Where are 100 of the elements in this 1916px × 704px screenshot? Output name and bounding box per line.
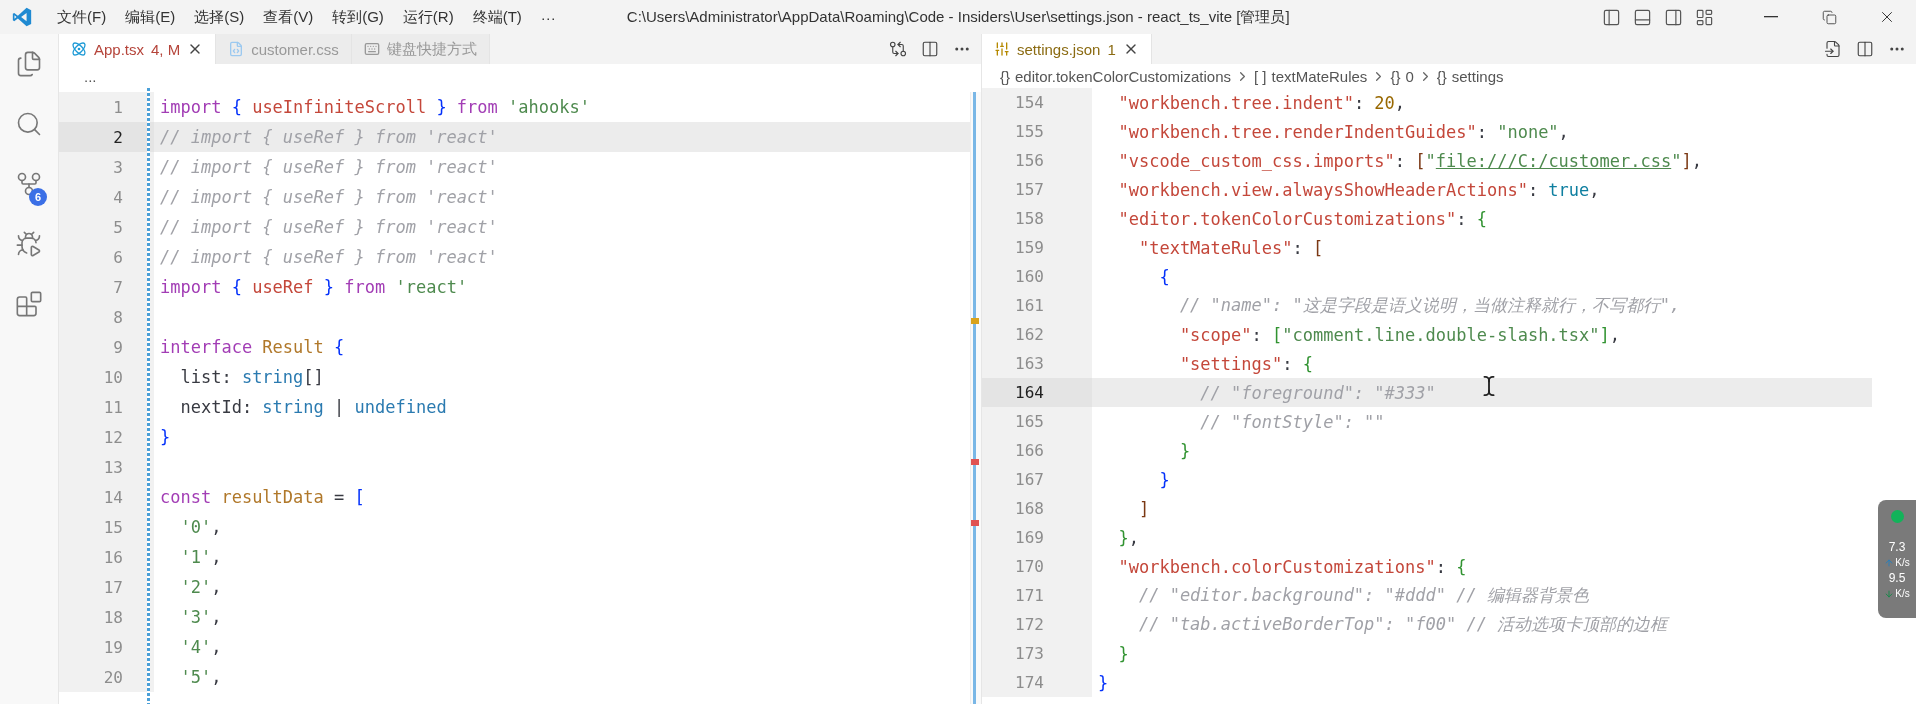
line-number: 161 (982, 291, 1092, 320)
line-number: 164 (982, 378, 1092, 407)
code-line: '4', (179, 636, 223, 659)
code-line: "workbench.view.alwaysShowHeaderActions": true, (1117, 178, 1601, 202)
breadcrumb-item[interactable]: {} settings (1434, 67, 1506, 85)
code-line: list: string[] (179, 366, 325, 389)
line-number: 168 (982, 494, 1092, 523)
upload-unit: K/s (1884, 557, 1910, 568)
secondary-sidebar-icon[interactable] (1664, 7, 1683, 27)
line-number: 154 (982, 88, 1092, 117)
code-line: const resultData = [ (159, 486, 366, 509)
line-number: 18 (59, 602, 154, 632)
layout-icon[interactable] (1695, 7, 1714, 27)
code-line: // "editor.background": "#ddd" // 编辑器背景色 (1137, 584, 1590, 607)
code-line: } (1117, 642, 1130, 666)
line-number: 9 (59, 332, 154, 362)
line-number: 172 (982, 610, 1092, 639)
line-number: 7 (59, 272, 154, 302)
status-dot (1890, 510, 1904, 523)
download-speed: 9.5 (1888, 571, 1906, 585)
line-number: 160 (982, 262, 1092, 291)
breadcrumb-item[interactable]: {} 0 (1388, 67, 1416, 85)
sidebar-toggle-icon[interactable] (1602, 7, 1621, 27)
menu-item[interactable]: 运行(R) (396, 4, 460, 30)
line-number: 1 (59, 92, 154, 122)
line-number: 170 (982, 552, 1092, 581)
code-line: nextId: string | undefined (179, 396, 448, 419)
split-editor-icon[interactable] (1856, 40, 1874, 58)
panel-toggle-icon[interactable] (1633, 7, 1652, 27)
restore-icon (1821, 9, 1837, 25)
search-icon (15, 110, 43, 138)
code-line: "workbench.colorCustomizations": { (1117, 555, 1468, 579)
line-number: 15 (59, 512, 154, 542)
code-line: "scope": ["comment.line.double-slash.tsx"], (1178, 323, 1622, 347)
line-number: 159 (982, 233, 1092, 262)
run-debug-icon (15, 230, 43, 258)
atom-icon (71, 41, 87, 57)
code-line: } (159, 426, 172, 449)
menu-item[interactable]: 终端(T) (466, 4, 528, 30)
line-number: 6 (59, 242, 154, 272)
editor-tab[interactable]: settings.json 1 (982, 34, 1152, 64)
code-line: } (1097, 671, 1110, 695)
line-number: 173 (982, 639, 1092, 668)
open-file-icon[interactable] (1824, 40, 1842, 58)
breadcrumb-ellipsis[interactable]: ... (75, 67, 97, 85)
line-number: 169 (982, 523, 1092, 552)
ruler-marker (971, 459, 979, 466)
line-number: 155 (982, 117, 1092, 146)
code-line: // import { useRef } from 'react' (159, 216, 499, 239)
breadcrumb-item[interactable]: [ ] textMateRules (1252, 67, 1370, 85)
code-line: } (1178, 439, 1192, 463)
more-menu[interactable]: ··· (534, 5, 562, 29)
code-line: { (1158, 265, 1171, 289)
line-number: 20 (59, 662, 154, 692)
code-line: '1', (179, 546, 223, 569)
line-number: 13 (59, 452, 154, 482)
app-logo (11, 6, 33, 28)
line-number: 4 (59, 182, 154, 212)
code-line: "workbench.tree.renderIndentGuides": "none", (1117, 120, 1570, 144)
code-line: '2', (179, 576, 223, 599)
line-number: 14 (59, 482, 154, 512)
code-line: // "name": "这是字段是语义说明，当做注释就行，不写都行", (1178, 294, 1682, 317)
split-editor-icon[interactable] (921, 40, 939, 58)
line-number: 11 (59, 392, 154, 422)
code-line: // import { useRef } from 'react' (159, 156, 499, 179)
line-number: 156 (982, 146, 1092, 175)
code-line: // "fontStyle": "" (1199, 410, 1386, 434)
line-number: 17 (59, 572, 154, 602)
code-line: // import { useRef } from 'react' (159, 186, 499, 209)
menu-item[interactable]: 编辑(E) (119, 4, 182, 30)
breadcrumb-item[interactable]: {} editor.tokenColorCustomizations (998, 67, 1233, 85)
menu-item[interactable]: 文件(F) (51, 4, 113, 30)
editor-tab[interactable]: App.tsx 4, M (59, 34, 217, 64)
code-line: "textMateRules": [ (1137, 236, 1325, 260)
extensions-icon (15, 290, 43, 318)
activity-item[interactable]: 6 (0, 154, 58, 214)
code-line: }, (1117, 526, 1140, 550)
menu-item[interactable]: 选择(S) (188, 4, 251, 30)
ruler-marker (971, 318, 979, 325)
code-line: "editor.tokenColorCustomizations": { (1117, 207, 1488, 231)
count-badge: 6 (29, 188, 47, 206)
menu-item[interactable]: 查看(V) (257, 4, 320, 30)
line-number: 157 (982, 175, 1092, 204)
code-line: } (1158, 468, 1171, 492)
code-line: // "tab.activeBorderTop": "f00" // 活动选项卡顶部的边框 (1137, 613, 1671, 636)
files-icon (15, 50, 43, 78)
code-line: ] (1137, 497, 1151, 521)
line-number: 158 (982, 204, 1092, 233)
arrow-down-icon (1884, 588, 1895, 599)
line-number: 2 (59, 122, 154, 152)
code-line: '5', (179, 666, 223, 689)
code-line: '0', (179, 516, 223, 539)
menu-item[interactable]: 转到(G) (326, 4, 390, 30)
line-number: 16 (59, 542, 154, 572)
line-number: 5 (59, 212, 154, 242)
code-line: "vscode_custom_css.imports": ["file:///C:/customer.css"], (1117, 149, 1703, 173)
line-number: 8 (59, 302, 154, 332)
compare-icon[interactable] (889, 40, 907, 58)
upload-speed: 7.3 (1888, 540, 1906, 554)
ruler-marker (971, 520, 979, 527)
